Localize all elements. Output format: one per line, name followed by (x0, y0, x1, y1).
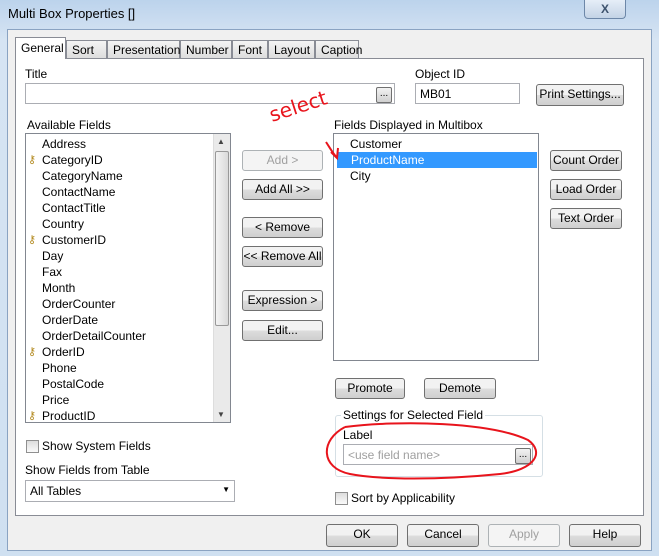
annotation-overlay: select (266, 86, 538, 480)
annotation-text: select (266, 86, 330, 127)
annotation-arrow (325, 141, 339, 161)
tab-general[interactable]: General (15, 37, 66, 59)
annotation-ellipse (325, 422, 538, 480)
